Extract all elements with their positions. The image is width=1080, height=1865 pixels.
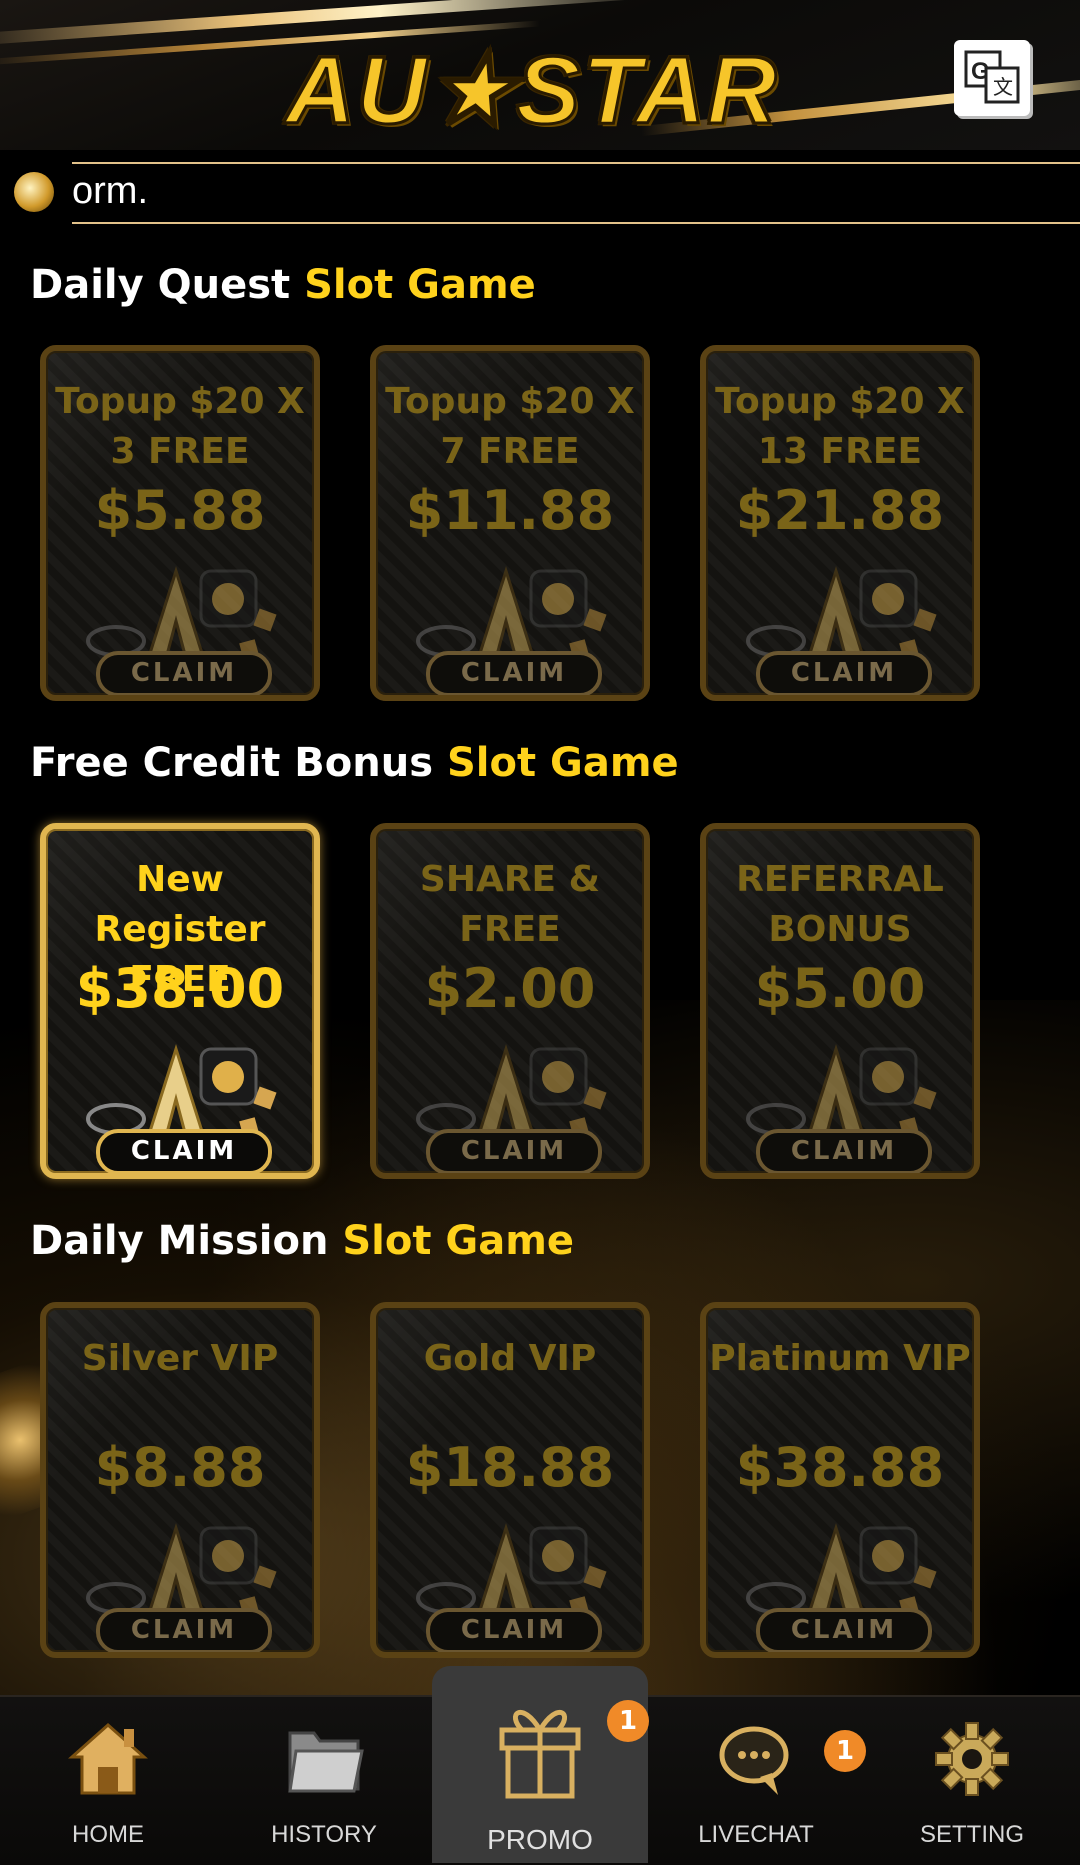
card-title: REFERRAL BONUS xyxy=(736,859,944,950)
promo-card[interactable]: Topup $20 X 7 FREE $11.88 CLAIM xyxy=(370,345,650,701)
promo-card[interactable]: Gold VIP $18.88 CLAIM xyxy=(370,1302,650,1658)
claim-button[interactable]: CLAIM xyxy=(96,1129,272,1173)
gift-icon xyxy=(499,1709,581,1799)
section-title-white: Daily Quest xyxy=(30,262,291,308)
marquee-bar xyxy=(72,162,1080,224)
svg-text:文: 文 xyxy=(993,75,1013,99)
google-translate-icon: G 文 xyxy=(964,50,1020,104)
section-title-white: Free Credit Bonus xyxy=(30,740,434,786)
nav-item-livechat[interactable]: LIVECHAT xyxy=(676,1697,836,1865)
card-amount: $2.00 xyxy=(424,957,596,1020)
card-amount: $5.00 xyxy=(754,957,926,1020)
promo-card[interactable]: SHARE & FREE $2.00 CLAIM xyxy=(370,823,650,1179)
card-title: Topup $20 X 3 FREE xyxy=(55,381,305,472)
card-amount: $38.00 xyxy=(75,957,285,1020)
app-header: AU★STAR G 文 xyxy=(0,0,1080,150)
nav-label: PROMO xyxy=(487,1824,593,1855)
livechat-badge: 1 xyxy=(824,1730,866,1772)
claim-button[interactable]: CLAIM xyxy=(756,651,932,695)
card-amount: $18.88 xyxy=(405,1436,615,1499)
section-title-free-credit-bonus: Free Credit Bonus Slot Game xyxy=(30,740,679,786)
nav-item-promo[interactable]: PROMO xyxy=(432,1666,648,1863)
google-translate-button[interactable]: G 文 xyxy=(954,40,1030,116)
claim-button[interactable]: CLAIM xyxy=(756,1129,932,1173)
card-title: Platinum VIP xyxy=(709,1338,971,1379)
card-amount: $8.88 xyxy=(94,1436,266,1499)
card-amount: $5.88 xyxy=(94,479,266,542)
nav-item-history[interactable]: HISTORY xyxy=(244,1697,404,1865)
section-title-daily-quest: Daily Quest Slot Game xyxy=(30,262,536,308)
promo-badge: 1 xyxy=(607,1700,649,1742)
claim-button[interactable]: CLAIM xyxy=(756,1608,932,1652)
card-amount: $21.88 xyxy=(735,479,945,542)
gear-icon xyxy=(935,1722,1009,1796)
promo-card[interactable]: Topup $20 X 13 FREE $21.88 CLAIM xyxy=(700,345,980,701)
announcement-marquee[interactable]: orm. xyxy=(0,162,1080,224)
nav-label: HOME xyxy=(72,1821,144,1848)
card-title: Gold VIP xyxy=(423,1338,597,1379)
claim-button[interactable]: CLAIM xyxy=(426,1129,602,1173)
claim-button[interactable]: CLAIM xyxy=(426,651,602,695)
folder-icon xyxy=(288,1731,364,1793)
home-icon xyxy=(68,1722,148,1795)
section-title-yellow: Slot Game xyxy=(304,262,536,308)
promo-card[interactable]: New Register FREE $38.00 CLAIM xyxy=(40,823,320,1179)
promo-card[interactable]: Platinum VIP $38.88 CLAIM xyxy=(700,1302,980,1658)
app-logo[interactable]: AU★STAR xyxy=(262,36,802,146)
nav-label: HISTORY xyxy=(271,1821,377,1848)
marquee-text: orm. xyxy=(72,170,148,212)
section-title-yellow: Slot Game xyxy=(342,1218,575,1264)
nav-label: SETTING xyxy=(919,1821,1024,1848)
card-title: Topup $20 X 7 FREE xyxy=(385,381,635,472)
nav-label: LIVECHAT xyxy=(698,1821,814,1848)
section-title-white: Daily Mission xyxy=(30,1218,329,1264)
section-title-yellow: Slot Game xyxy=(446,740,679,786)
chat-icon xyxy=(719,1726,789,1795)
card-title: Topup $20 X 13 FREE xyxy=(715,381,965,472)
card-title: Silver VIP xyxy=(81,1338,279,1379)
promo-card[interactable]: Topup $20 X 3 FREE $5.88 CLAIM xyxy=(40,345,320,701)
nav-item-setting[interactable]: SETTING xyxy=(892,1697,1052,1865)
card-amount: $38.88 xyxy=(735,1436,945,1499)
speaker-icon xyxy=(14,172,54,212)
section-title-daily-mission: Daily Mission Slot Game xyxy=(30,1218,574,1264)
promo-card[interactable]: Silver VIP $8.88 CLAIM xyxy=(40,1302,320,1658)
claim-button[interactable]: CLAIM xyxy=(96,1608,272,1652)
nav-item-home[interactable]: HOME xyxy=(28,1697,188,1865)
card-amount: $11.88 xyxy=(405,479,615,542)
claim-button[interactable]: CLAIM xyxy=(96,651,272,695)
promo-card[interactable]: REFERRAL BONUS $5.00 CLAIM xyxy=(700,823,980,1179)
claim-button[interactable]: CLAIM xyxy=(426,1608,602,1652)
card-title: SHARE & FREE xyxy=(419,859,601,950)
